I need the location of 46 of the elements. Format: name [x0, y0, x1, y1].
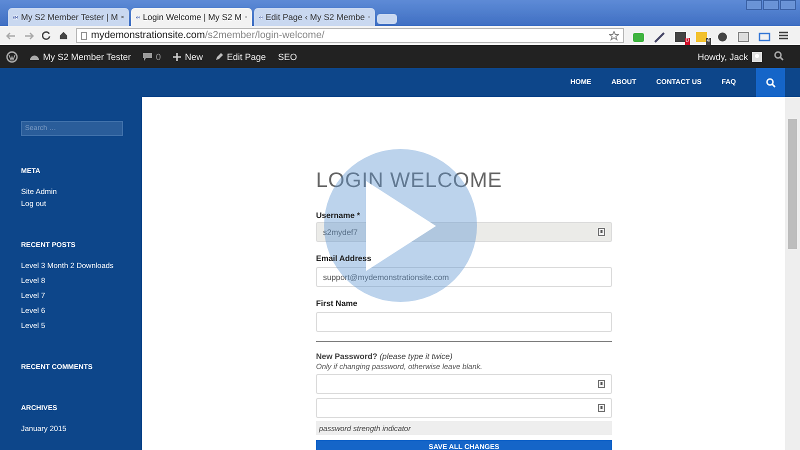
- field-label: Email Address: [316, 254, 372, 263]
- field-label: First Name: [316, 299, 358, 308]
- search-icon: [766, 78, 776, 88]
- pencil-icon: [214, 52, 223, 60]
- field-label: Username *: [316, 211, 362, 220]
- new-tab-button[interactable]: [377, 14, 397, 24]
- browser-tab[interactable]: My S2 Member Tester | M: [8, 8, 129, 26]
- frame-icon: [758, 30, 771, 42]
- minimize-button[interactable]: [746, 0, 762, 10]
- browser-tab[interactable]: Edit Page ‹ My S2 Membe: [254, 8, 375, 26]
- input-field[interactable]: [316, 374, 612, 394]
- note-icon: [695, 30, 708, 42]
- seo-link[interactable]: SEO: [278, 52, 297, 62]
- page-icon: [81, 32, 87, 40]
- maximize-button[interactable]: [763, 0, 779, 10]
- square-icon: [674, 30, 687, 42]
- home-icon[interactable]: [59, 31, 68, 40]
- comment-icon: [142, 52, 152, 60]
- search-button[interactable]: [756, 68, 785, 97]
- back-icon[interactable]: [6, 32, 16, 40]
- comments-link[interactable]: 0: [142, 52, 161, 62]
- close-icon[interactable]: [121, 14, 124, 20]
- reload-icon[interactable]: [42, 31, 51, 40]
- key-icon: [598, 404, 605, 412]
- edit-page-link[interactable]: Edit Page: [214, 52, 266, 62]
- key-icon: [598, 380, 605, 388]
- greeting-link[interactable]: Howdy, Jack: [698, 52, 762, 62]
- wordpress-logo-icon[interactable]: [6, 50, 18, 62]
- field-label: New Password? (please type it twice): [316, 352, 454, 361]
- site-name-link[interactable]: My S2 Member Tester: [30, 52, 131, 62]
- input-field[interactable]: [316, 312, 612, 332]
- forward-icon[interactable]: [24, 32, 34, 40]
- logo-icon: [13, 14, 18, 20]
- search-icon: [774, 50, 784, 60]
- square-icon: [737, 30, 750, 42]
- new-link[interactable]: New: [172, 52, 203, 62]
- close-window-button[interactable]: [780, 0, 796, 10]
- url-text: mydemonstrationsite.com/s2member/login-welcome/: [91, 30, 324, 41]
- browser-tab[interactable]: Login Welcome | My S2 M: [131, 8, 252, 26]
- star-icon[interactable]: [609, 30, 619, 40]
- address-bar[interactable]: mydemonstrationsite.com/s2member/login-welcome/: [76, 28, 624, 43]
- avatar-icon: [752, 52, 762, 62]
- key-icon: [598, 228, 605, 236]
- plus-icon: [172, 52, 181, 60]
- input-field[interactable]: [316, 398, 612, 418]
- menu-icon[interactable]: [779, 31, 788, 40]
